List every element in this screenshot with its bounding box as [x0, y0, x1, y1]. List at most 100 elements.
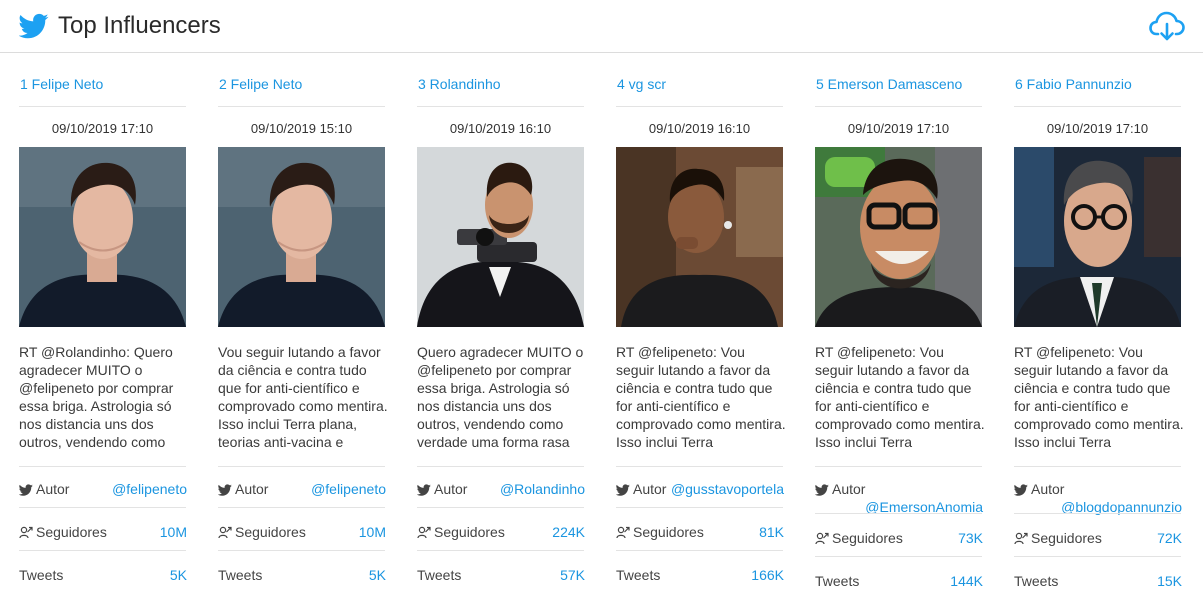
influencer-cards: 1 Felipe Neto 09/10/2019 17:10 RT @Rolan… — [0, 54, 1203, 611]
tweets-count: 15K — [1157, 573, 1182, 589]
followers-label: Seguidores — [417, 524, 505, 540]
tweets-label: Tweets — [19, 567, 64, 583]
author-label-text: Autor — [633, 481, 667, 497]
tweets-label: Tweets — [218, 567, 263, 583]
author-handle-link[interactable]: @gusstavoportela — [671, 481, 784, 497]
divider — [616, 466, 783, 467]
influencer-name-link[interactable]: 3 Rolandinho — [418, 76, 501, 92]
tweets-label: Tweets — [616, 567, 661, 583]
divider — [417, 550, 584, 551]
author-label-text: Autor — [832, 481, 866, 497]
influencer-card: 6 Fabio Pannunzio 09/10/2019 17:10 RT @f… — [1013, 54, 1184, 611]
divider — [1014, 466, 1181, 467]
tweets-label: Tweets — [1014, 573, 1059, 589]
influencer-name-link[interactable]: 2 Felipe Neto — [219, 76, 302, 92]
divider — [19, 466, 186, 467]
followers-label-text: Seguidores — [633, 524, 704, 540]
divider — [218, 507, 385, 508]
divider — [417, 106, 584, 107]
followers-count: 81K — [759, 524, 784, 540]
tweet-text: Quero agradecer MUITO o @felipeneto por … — [417, 344, 584, 450]
followers-icon — [19, 526, 33, 539]
followers-icon — [616, 526, 630, 539]
profile-photo — [1014, 147, 1181, 327]
followers-icon — [218, 526, 232, 539]
influencer-card: 5 Emerson Damasceno 09/10/2019 17:10 RT … — [814, 54, 985, 611]
tweet-date: 09/10/2019 15:10 — [250, 121, 353, 136]
followers-label-text: Seguidores — [832, 530, 903, 546]
author-label-text: Autor — [1031, 481, 1065, 497]
tweet-text: RT @felipeneto: Vou seguir lutando a fav… — [1014, 344, 1184, 450]
followers-label: Seguidores — [218, 524, 306, 540]
divider — [815, 106, 982, 107]
author-label: Autor — [615, 481, 667, 497]
tweets-count: 5K — [169, 567, 187, 583]
divider — [19, 106, 186, 107]
followers-label-text: Seguidores — [235, 524, 306, 540]
twitter-bird-icon — [416, 484, 431, 496]
tweets-count: 166K — [751, 567, 784, 583]
divider — [1014, 106, 1181, 107]
twitter-bird-icon — [1013, 484, 1028, 496]
tweet-text: Vou seguir lutando a favor da ciência e … — [218, 344, 388, 450]
influencer-name-link[interactable]: 5 Emerson Damasceno — [816, 76, 962, 92]
followers-label-text: Seguidores — [1031, 530, 1102, 546]
divider — [218, 466, 385, 467]
author-label-text: Autor — [36, 481, 70, 497]
followers-icon — [417, 526, 431, 539]
followers-icon — [815, 532, 829, 545]
divider — [1014, 556, 1181, 557]
tweets-count: 144K — [950, 573, 983, 589]
twitter-bird-icon — [615, 484, 630, 496]
divider — [815, 556, 982, 557]
tweet-date: 09/10/2019 17:10 — [1046, 121, 1149, 136]
tweet-text: RT @felipeneto: Vou seguir lutando a fav… — [616, 344, 786, 450]
divider — [19, 550, 186, 551]
tweets-count: 5K — [368, 567, 386, 583]
influencer-card: 4 vg scr 09/10/2019 16:10 RT @felipeneto… — [615, 54, 786, 611]
page-title: Top Influencers — [58, 12, 221, 39]
author-handle-link[interactable]: @felipeneto — [311, 481, 386, 497]
influencer-name-link[interactable]: 4 vg scr — [617, 76, 666, 92]
divider — [1014, 513, 1181, 514]
followers-count: 10M — [159, 524, 187, 540]
profile-photo — [417, 147, 584, 327]
profile-photo — [815, 147, 982, 327]
tweet-text: RT @Rolandinho: Quero agradecer MUITO o … — [19, 344, 174, 450]
profile-photo — [218, 147, 385, 327]
tweet-date: 09/10/2019 16:10 — [449, 121, 552, 136]
profile-photo — [19, 147, 186, 327]
twitter-bird-icon — [18, 484, 33, 496]
twitter-bird-icon — [19, 13, 49, 39]
influencer-card: 3 Rolandinho 09/10/2019 16:10 Quero agra… — [416, 54, 585, 611]
author-label: Autor — [814, 481, 866, 497]
author-handle-link[interactable]: @felipeneto — [112, 481, 187, 497]
twitter-bird-icon — [814, 484, 829, 496]
tweet-date: 09/10/2019 17:10 — [51, 121, 154, 136]
cloud-download-icon[interactable] — [1149, 10, 1185, 42]
divider — [218, 550, 385, 551]
author-label: Autor — [416, 481, 467, 497]
author-label: Autor — [217, 481, 269, 497]
followers-label: Seguidores — [19, 524, 107, 540]
author-label: Autor — [1013, 481, 1065, 497]
divider — [417, 466, 584, 467]
followers-count: 224K — [552, 524, 585, 540]
influencer-name-link[interactable]: 1 Felipe Neto — [20, 76, 103, 92]
divider — [19, 507, 186, 508]
influencer-name-link[interactable]: 6 Fabio Pannunzio — [1015, 76, 1132, 92]
twitter-bird-icon — [217, 484, 232, 496]
followers-count: 73K — [958, 530, 983, 546]
divider — [815, 513, 982, 514]
followers-label: Seguidores — [815, 530, 903, 546]
author-label-text: Autor — [235, 481, 269, 497]
author-handle-link[interactable]: @Rolandinho — [500, 481, 585, 497]
influencer-card: 1 Felipe Neto 09/10/2019 17:10 RT @Rolan… — [18, 54, 187, 611]
divider — [616, 106, 783, 107]
followers-label: Seguidores — [1014, 530, 1102, 546]
followers-label-text: Seguidores — [36, 524, 107, 540]
tweet-date: 09/10/2019 17:10 — [847, 121, 950, 136]
tweets-label: Tweets — [815, 573, 860, 589]
tweets-label: Tweets — [417, 567, 462, 583]
tweets-count: 57K — [560, 567, 585, 583]
